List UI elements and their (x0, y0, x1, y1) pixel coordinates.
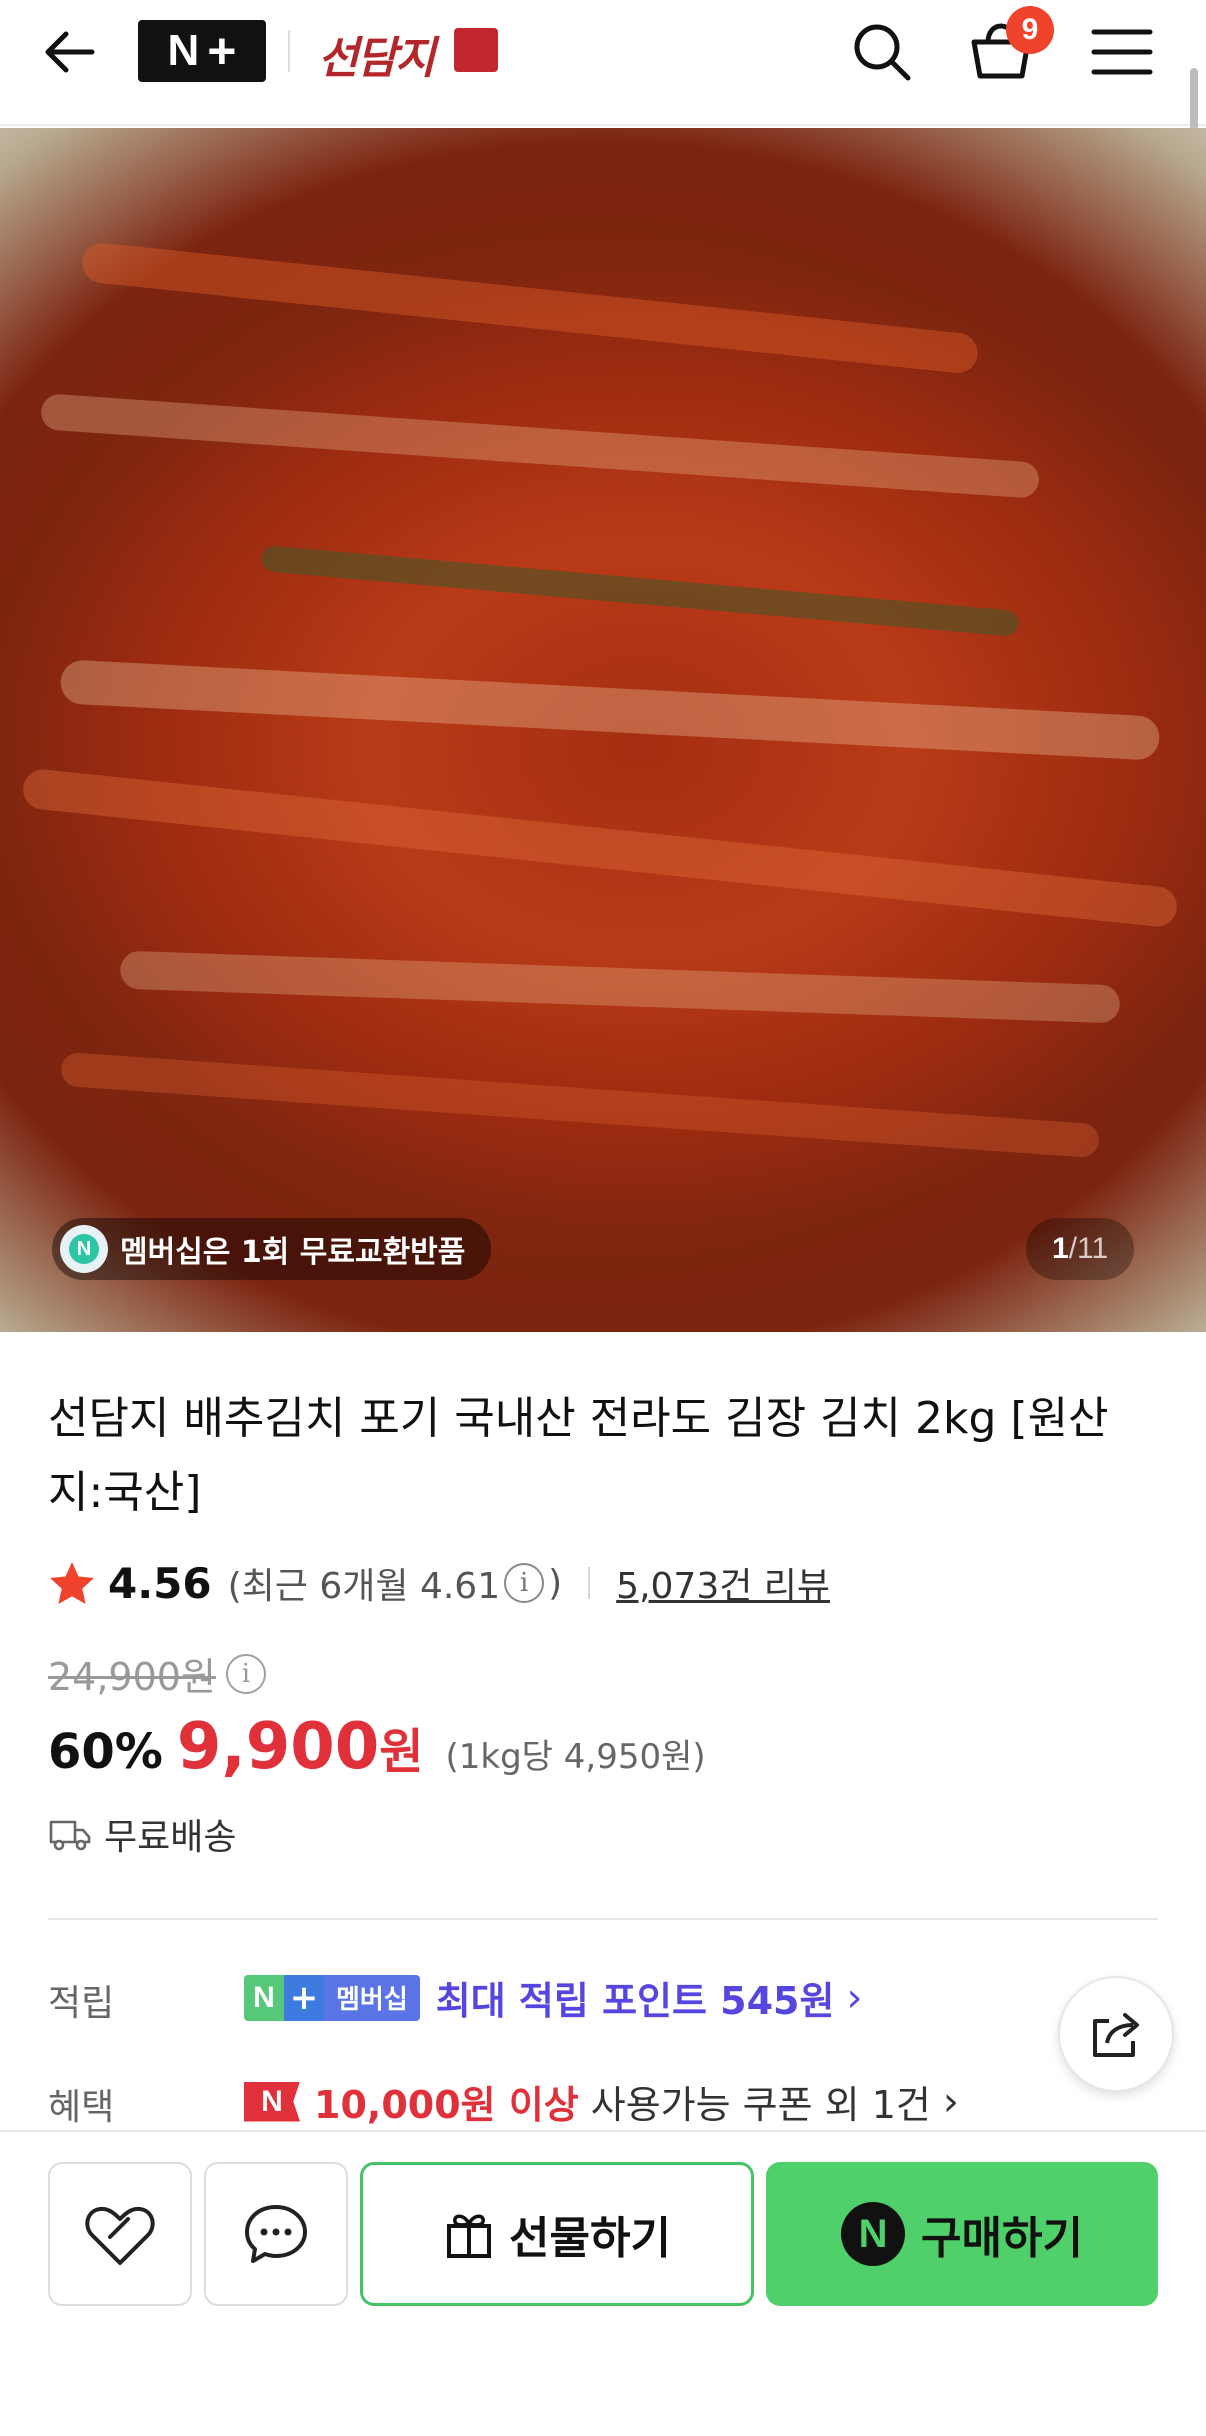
recent-rating-close: ) (548, 1562, 563, 1604)
heart-icon (85, 2206, 155, 2265)
sale-price: 9,900 (176, 1710, 380, 1784)
rating-divider (588, 1567, 591, 1599)
shipping-text: 무료배송 (104, 1817, 237, 1858)
cart-count-badge: 9 (1006, 6, 1054, 54)
original-price-row: 24,900원 i (48, 1646, 266, 1701)
max-points-text: 최대 적립 포인트 545원 (435, 1979, 835, 2023)
currency-won: 원 (379, 1724, 424, 1780)
points-label: 적립 (48, 1983, 115, 2024)
coupon-description: 사용가능 쿠폰 외 1건 (590, 2083, 931, 2127)
nplus-logo-plus: + (207, 23, 237, 79)
gift-icon (447, 2214, 492, 2258)
price-info-icon[interactable]: i (225, 1653, 266, 1694)
star-icon (50, 1562, 94, 1604)
membership-text: 멤버십은 1회 무료교환반품 (120, 1235, 466, 1270)
sale-price-row: 60% 9,900 원 (1kg당 4,950원) (48, 1710, 706, 1784)
kimchi-image-detail (260, 544, 1020, 638)
page-separator: / (1068, 1232, 1078, 1265)
membership-badge-n: N (244, 1974, 284, 2021)
gift-label: 선물하기 (509, 2213, 671, 2264)
kimchi-image-detail (80, 241, 980, 375)
review-count-link[interactable]: 5,073건 리뷰 (616, 1557, 830, 1609)
bottom-action-bar: 선물하기 N 구매하기 (0, 2130, 1206, 2436)
shipping-row: 무료배송 (48, 1808, 236, 1860)
nplus-membership-badge: N + 멤버십 (244, 1974, 420, 2021)
search-icon[interactable] (848, 18, 916, 86)
menu-icon[interactable] (1090, 22, 1154, 82)
rating-row: 4.56 (최근 6개월 4.61 i ) 5,073건 리뷰 (48, 1556, 830, 1610)
buy-label: 구매하기 (921, 2213, 1083, 2264)
truck-icon (49, 1820, 91, 1851)
original-price: 24,900원 (48, 1655, 216, 1699)
points-row[interactable]: N + 멤버십 최대 적립 포인트 545원 › (244, 1970, 862, 2025)
kimchi-image-detail (119, 950, 1121, 1024)
membership-free-return-badge: N 멤버십은 1회 무료교환반품 (52, 1218, 492, 1280)
nplus-logo[interactable]: N + (138, 20, 266, 82)
kimchi-image-detail (21, 767, 1179, 929)
brand-seal-icon (454, 28, 498, 72)
gift-button[interactable]: 선물하기 (360, 2162, 754, 2306)
product-title: 선담지 배추김치 포기 국내산 전라도 김장 김치 2kg [원산지:국산] (48, 1393, 1109, 1518)
top-header: N + 선담지 9 (0, 0, 1206, 126)
recent-rating: (최근 6개월 4.61 i ) (228, 1557, 563, 1609)
rating-score: 4.56 (108, 1558, 212, 1608)
unit-price: (1kg당 4,950원) (445, 1737, 706, 1777)
image-page-counter: 1 / 11 (1026, 1218, 1135, 1280)
naver-membership-icon: N (60, 1225, 108, 1273)
chevron-right-icon: › (942, 2078, 959, 2125)
recent-rating-text: (최근 6개월 4.61 (227, 1566, 501, 1607)
membership-badge-text: 멤버십 (324, 1974, 420, 2021)
discount-rate: 60% (48, 1724, 163, 1780)
nplus-logo-n: N (167, 26, 200, 75)
membership-badge-plus: + (284, 1974, 324, 2021)
talk-talk-button[interactable] (204, 2162, 348, 2306)
page-total: 11 (1077, 1232, 1109, 1265)
membership-icon-letter: N (69, 1234, 99, 1264)
kimchi-image-detail (39, 393, 1041, 499)
benefit-label: 혜택 (48, 2087, 115, 2128)
brand-name: 선담지 (318, 33, 435, 84)
kimchi-image-detail (60, 1051, 1100, 1159)
share-button[interactable] (1058, 1976, 1174, 2092)
brand-logo[interactable]: 선담지 (318, 18, 498, 84)
share-icon (1093, 2013, 1139, 2057)
kimchi-image-detail (59, 659, 1161, 761)
coupon-row[interactable]: N 10,000원 이상 사용가능 쿠폰 외 1건 › (244, 2074, 959, 2129)
buy-button[interactable]: N 구매하기 (766, 2162, 1158, 2306)
back-icon[interactable] (40, 20, 104, 84)
chat-icon (245, 2205, 307, 2263)
header-divider (288, 30, 290, 72)
naver-coupon-icon: N (244, 2081, 300, 2122)
section-divider (48, 1918, 1158, 1920)
wishlist-button[interactable] (48, 2162, 192, 2306)
product-image[interactable] (0, 128, 1206, 1332)
chevron-right-icon: › (846, 1974, 863, 2021)
coupon-condition: 10,000원 이상 (314, 2083, 579, 2127)
naver-pay-icon: N (841, 2202, 906, 2266)
page-current: 1 (1052, 1232, 1069, 1265)
info-icon[interactable]: i (504, 1563, 545, 1603)
